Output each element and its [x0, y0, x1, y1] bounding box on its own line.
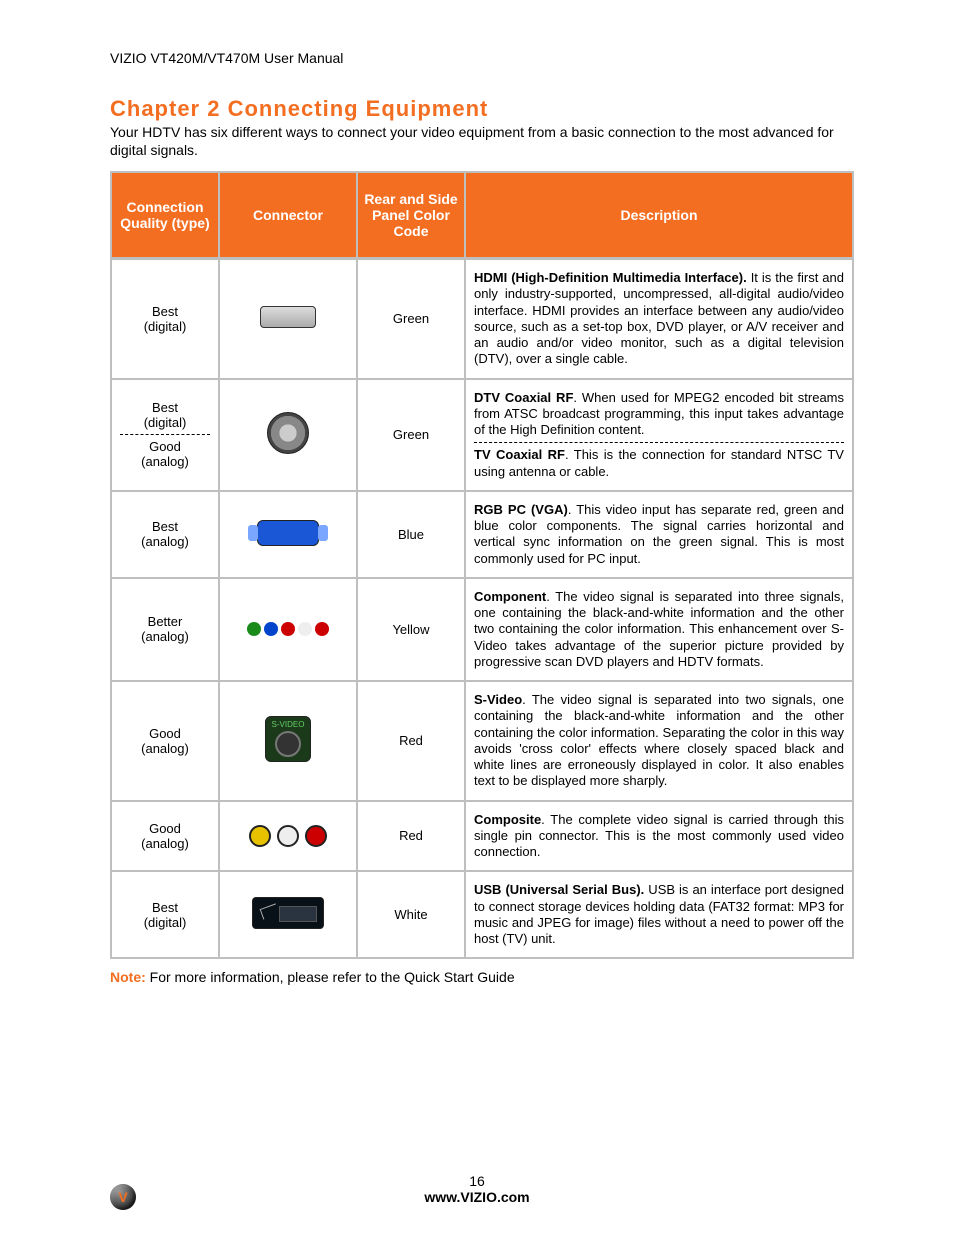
chapter-title: Chapter 2 Connecting Equipment [110, 96, 854, 122]
cell-connector [219, 379, 357, 491]
cell-description: Component. The video signal is separated… [465, 578, 854, 681]
page-number: 16 [0, 1173, 954, 1189]
cell-color: Red [357, 681, 465, 801]
vga-port-icon [257, 520, 319, 546]
cell-description: DTV Coaxial RF. When used for MPEG2 enco… [465, 379, 854, 491]
cell-color: Blue [357, 491, 465, 578]
th-connector: Connector [219, 171, 357, 259]
footer-site: www.VIZIO.com [424, 1189, 529, 1205]
cell-quality: Better(analog) [110, 578, 219, 681]
cell-color: White [357, 871, 465, 959]
table-row: Best(digital) WhiteUSB (Universal Serial … [110, 871, 854, 959]
intro-paragraph: Your HDTV has six different ways to conn… [110, 124, 854, 159]
table-row: Best(analog) BlueRGB PC (VGA). This video… [110, 491, 854, 578]
cell-description: USB (Universal Serial Bus). USB is an in… [465, 871, 854, 959]
th-description: Description [465, 171, 854, 259]
table-row: Better(analog) YellowComponent. The video… [110, 578, 854, 681]
table-row: Good(analog) RedComposite. The complete v… [110, 801, 854, 872]
component-port-icon [228, 622, 348, 636]
cell-quality: Best(digital) [110, 259, 219, 379]
cell-description: Composite. The complete video signal is … [465, 801, 854, 872]
doc-header: VIZIO VT420M/VT470M User Manual [110, 50, 854, 66]
cell-color: Green [357, 379, 465, 491]
note-label: Note: [110, 969, 146, 985]
cell-connector [219, 681, 357, 801]
connection-table: Connection Quality (type) Connector Rear… [110, 171, 854, 959]
cell-quality: Best(digital)Good(analog) [110, 379, 219, 491]
cell-connector [219, 801, 357, 872]
cell-quality: Good(analog) [110, 801, 219, 872]
cell-connector [219, 259, 357, 379]
usb-port-icon [252, 897, 324, 929]
cell-quality: Good(analog) [110, 681, 219, 801]
composite-port-icon [228, 825, 348, 847]
cell-connector [219, 491, 357, 578]
table-row: Good(analog) RedS-Video. The video signal… [110, 681, 854, 801]
coaxial-port-icon [267, 412, 309, 454]
note-line: Note: For more information, please refer… [110, 969, 854, 985]
hdmi-port-icon [260, 306, 316, 328]
table-row: Best(digital) GreenHDMI (High-Definition … [110, 259, 854, 379]
cell-description: S-Video. The video signal is separated i… [465, 681, 854, 801]
th-color: Rear and Side Panel Color Code [357, 171, 465, 259]
cell-description: RGB PC (VGA). This video input has separ… [465, 491, 854, 578]
svideo-port-icon [265, 716, 311, 762]
note-text: For more information, please refer to th… [146, 969, 515, 985]
cell-color: Green [357, 259, 465, 379]
page-footer: 16 www.VIZIO.com [0, 1173, 954, 1205]
cell-color: Red [357, 801, 465, 872]
cell-quality: Best(digital) [110, 871, 219, 959]
cell-quality: Best(analog) [110, 491, 219, 578]
th-quality: Connection Quality (type) [110, 171, 219, 259]
cell-color: Yellow [357, 578, 465, 681]
cell-connector [219, 871, 357, 959]
cell-description: HDMI (High-Definition Multimedia Interfa… [465, 259, 854, 379]
table-row: Best(digital)Good(analog) GreenDTV Coaxia… [110, 379, 854, 491]
cell-connector [219, 578, 357, 681]
